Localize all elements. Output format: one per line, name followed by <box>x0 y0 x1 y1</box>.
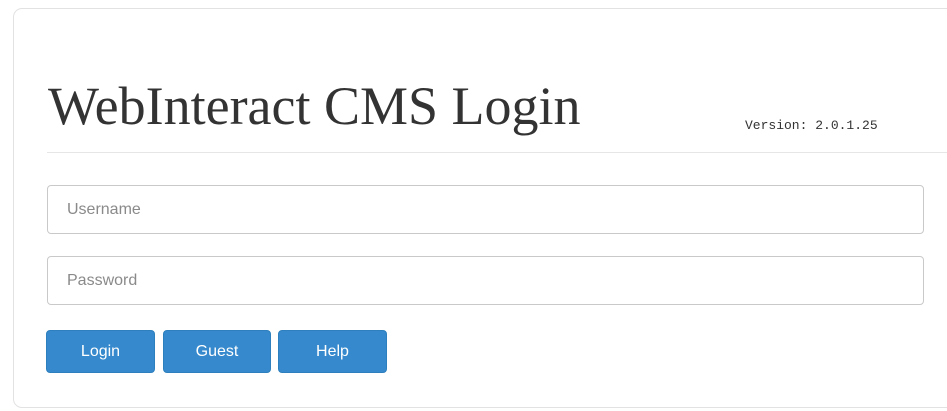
page-title: WebInteract CMS Login <box>48 76 581 136</box>
version-label: Version: 2.0.1.25 <box>745 118 878 133</box>
guest-button[interactable]: Guest <box>163 330 271 373</box>
username-input[interactable] <box>47 185 924 234</box>
login-button[interactable]: Login <box>46 330 155 373</box>
header-divider <box>47 152 947 153</box>
password-input[interactable] <box>47 256 924 305</box>
help-button[interactable]: Help <box>278 330 387 373</box>
